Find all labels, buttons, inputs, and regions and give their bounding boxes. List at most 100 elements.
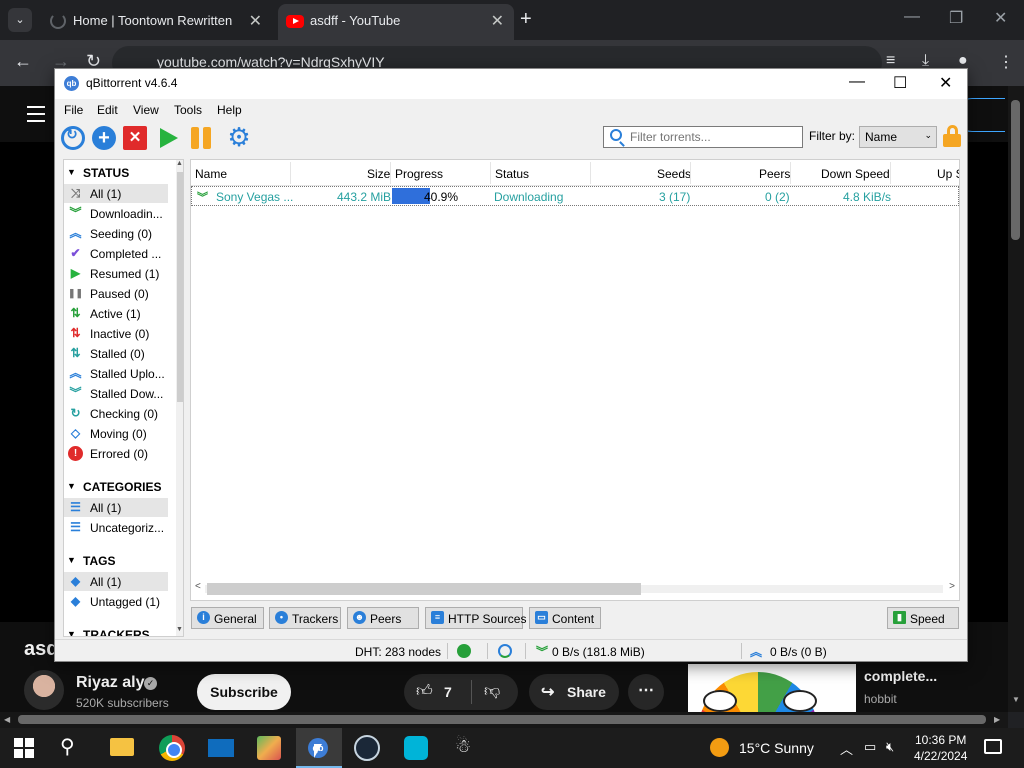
maps-app-icon[interactable] <box>257 736 281 760</box>
column-progress[interactable]: Progress <box>395 167 443 181</box>
sidebar-item-uncategoriz[interactable]: ☰ Uncategoriz... <box>64 518 168 537</box>
menu-view[interactable]: View <box>133 103 159 117</box>
column-divider[interactable] <box>390 162 391 184</box>
app-icon[interactable] <box>404 736 428 760</box>
sidebar-item-all-1[interactable]: ☰ All (1) <box>64 498 168 517</box>
delete-icon[interactable]: ✕ <box>123 126 147 150</box>
hamburger-icon[interactable] <box>27 106 45 127</box>
sidebar-scrollbar[interactable]: ▲ ▼ <box>176 160 183 636</box>
file-explorer-icon[interactable] <box>110 738 134 756</box>
system-clock[interactable]: 10:36 PM 4/22/2024 <box>914 732 967 764</box>
column-divider[interactable] <box>790 162 791 184</box>
scroll-up-icon[interactable]: ▲ <box>176 160 183 167</box>
search-icon[interactable]: ⚲ <box>60 734 88 762</box>
upload-total[interactable]: 0 B/s (0 B) <box>770 645 827 659</box>
sidebar-item-inactive-0[interactable]: ⇅ Inactive (0) <box>64 324 168 343</box>
toontown-icon[interactable]: ☃ <box>455 736 477 760</box>
menu-edit[interactable]: Edit <box>97 103 118 117</box>
pause-icon[interactable] <box>190 126 214 150</box>
browser-tab-toontown[interactable]: Home | Toontown Rewritten ✕ <box>40 4 272 40</box>
sidebar-item-all-1[interactable]: ◆ All (1) <box>64 572 168 591</box>
column-status[interactable]: Status <box>495 167 529 181</box>
maximize-icon[interactable]: ☐ <box>893 73 907 93</box>
recommended-title[interactable]: complete... <box>864 668 937 684</box>
connection-status-icon[interactable] <box>457 644 471 658</box>
close-window-icon[interactable]: ✕ <box>994 8 1007 28</box>
new-tab-icon[interactable]: + <box>520 8 532 30</box>
steam-icon[interactable] <box>354 735 380 761</box>
volume-icon[interactable]: 🔇︎ <box>886 739 894 755</box>
menu-help[interactable]: Help <box>217 103 242 117</box>
minimize-icon[interactable]: — <box>904 8 920 26</box>
menu-tools[interactable]: Tools <box>174 103 202 117</box>
column-divider[interactable] <box>590 162 591 184</box>
tab-peers[interactable]: ☻ Peers <box>347 607 419 629</box>
back-icon[interactable]: ← <box>14 51 32 72</box>
page-horizontal-scrollbar[interactable]: ◀ ▶ <box>0 712 1008 728</box>
tab-speed[interactable]: ▮ Speed <box>887 607 959 629</box>
column-divider[interactable] <box>490 162 491 184</box>
share-button[interactable]: ↪ Share <box>529 674 619 710</box>
sidebar-item-all-1[interactable]: ⤨ All (1) <box>64 184 168 203</box>
more-actions-icon[interactable]: ⋯ <box>628 674 664 710</box>
sun-icon[interactable] <box>710 738 729 757</box>
speed-limit-icon[interactable] <box>498 644 512 658</box>
scroll-right-icon[interactable]: > <box>949 581 955 592</box>
add-link-icon[interactable] <box>61 126 85 150</box>
scroll-left-icon[interactable]: ◀ <box>4 715 10 724</box>
tab-http-sources[interactable]: ≡ HTTP Sources <box>425 607 526 629</box>
scroll-left-icon[interactable]: < <box>195 581 201 592</box>
notifications-icon[interactable] <box>984 739 1002 754</box>
sidebar-item-untagged-1[interactable]: ◆ Untagged (1) <box>64 592 168 611</box>
sidebar-item-checking-0[interactable]: ↻ Checking (0) <box>64 404 168 423</box>
close-window-icon[interactable]: ✕ <box>939 73 952 93</box>
thumbs-down-icon[interactable]: 👎︎ <box>484 682 500 701</box>
scroll-thumb[interactable] <box>177 172 183 402</box>
thumbs-up-icon[interactable]: 👍︎ <box>416 682 433 701</box>
filter-input[interactable] <box>630 129 800 145</box>
sidebar-item-seeding-0[interactable]: ︽ Seeding (0) <box>64 224 168 243</box>
column-divider[interactable] <box>290 162 291 184</box>
network-icon[interactable]: ▭ <box>864 739 876 755</box>
add-torrent-icon[interactable]: + <box>92 126 116 150</box>
sidebar-item-errored-0[interactable]: ! Errored (0) <box>64 444 168 463</box>
sidebar-item-completed[interactable]: ✔ Completed ... <box>64 244 168 263</box>
tab-general[interactable]: i General <box>191 607 264 629</box>
column-up-speed[interactable]: Up S <box>937 167 959 181</box>
scroll-down-icon[interactable]: ▼ <box>1012 695 1020 704</box>
minimize-icon[interactable]: — <box>849 73 865 91</box>
sidebar-item-stalled-uplo[interactable]: ︽ Stalled Uplo... <box>64 364 168 383</box>
download-total[interactable]: 0 B/s (181.8 MiB) <box>552 645 645 659</box>
mail-icon[interactable] <box>208 739 234 757</box>
scroll-thumb[interactable] <box>18 715 986 724</box>
scroll-thumb[interactable] <box>1011 100 1020 240</box>
channel-name[interactable]: Riyaz aly <box>76 674 144 692</box>
channel-avatar[interactable] <box>24 670 64 710</box>
sidebar-item-downloadin[interactable]: ︾ Downloadin... <box>64 204 168 223</box>
sidebar-item-active-1[interactable]: ⇅ Active (1) <box>64 304 168 323</box>
close-tab-icon[interactable]: ✕ <box>249 11 262 31</box>
filter-by-select[interactable]: Name ⌄ <box>859 126 937 148</box>
sidebar-item-stalled-dow[interactable]: ︾ Stalled Dow... <box>64 384 168 403</box>
chrome-icon[interactable] <box>159 735 185 761</box>
sidebar-item-stalled-0[interactable]: ⇅ Stalled (0) <box>64 344 168 363</box>
weather-widget[interactable]: 15°C Sunny <box>739 740 814 756</box>
column-peers[interactable]: Peers <box>759 167 790 181</box>
column-seeds[interactable]: Seeds <box>657 167 691 181</box>
recommended-thumbnail[interactable] <box>688 664 856 712</box>
table-row[interactable]: ︾ Sony Vegas ... 443.2 MiB 40.9% Downloa… <box>191 186 959 206</box>
close-tab-icon[interactable]: ✕ <box>491 11 504 31</box>
tab-search-icon[interactable]: ⌄ <box>8 8 32 32</box>
column-size[interactable]: Size <box>367 167 390 181</box>
gear-icon[interactable]: ⚙ <box>227 124 251 150</box>
scroll-thumb[interactable] <box>207 583 641 595</box>
subscribe-button[interactable]: Subscribe <box>197 674 291 710</box>
filter-torrents-input[interactable] <box>603 126 803 148</box>
sidebar-item-paused-0[interactable]: ❚❚ Paused (0) <box>64 284 168 303</box>
resume-icon[interactable] <box>160 128 178 148</box>
scroll-down-icon[interactable]: ▼ <box>176 626 183 633</box>
qbt-title-bar[interactable]: qb qBittorrent v4.6.4 — ☐ ✕ <box>55 69 967 99</box>
column-down-speed[interactable]: Down Speed <box>821 167 890 181</box>
restore-icon[interactable]: ❐ <box>949 8 963 28</box>
windows-start-icon[interactable] <box>14 738 34 758</box>
